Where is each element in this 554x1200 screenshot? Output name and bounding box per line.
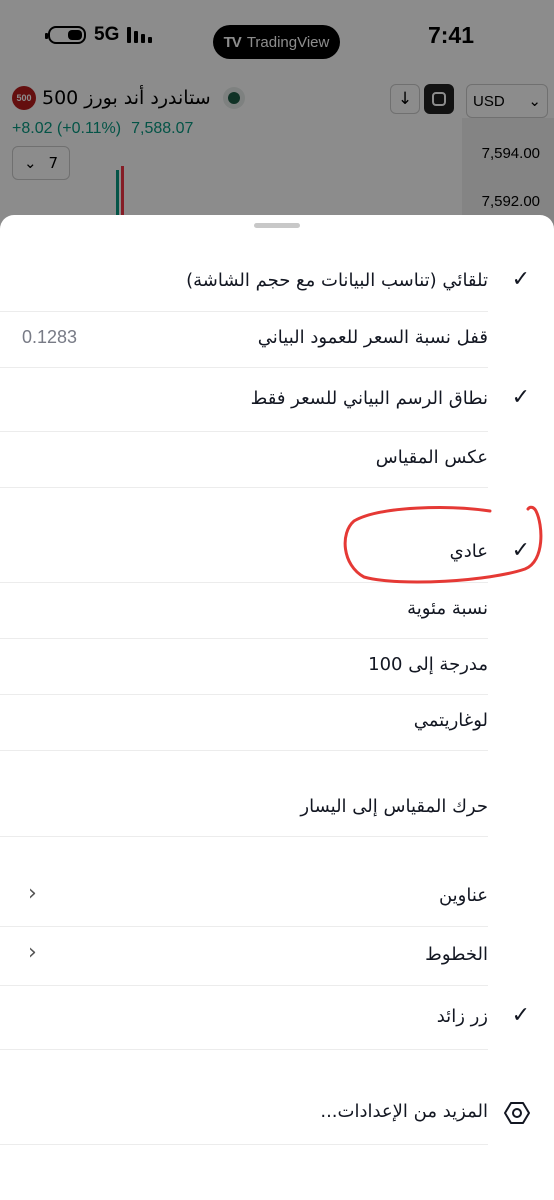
menu-item-label: لوغاريتمي [413,710,488,731]
menu-item-label: حرك المقياس إلى اليسار [300,796,488,817]
menu-item-lines[interactable]: الخطوط ‹ [0,927,488,986]
menu-item-label: نسبة مئوية [407,598,488,619]
price-ratio-value: 0.1283 [22,327,78,347]
menu-item-price-only-range[interactable]: نطاق الرسم البياني للسعر فقط ✓ [0,368,530,432]
checkmark-icon: ✓ [511,1003,530,1028]
settings-hexagon-icon [504,1101,530,1129]
menu-item-move-scale-left[interactable]: حرك المقياس إلى اليسار [0,781,488,837]
checkmark-icon: ✓ [511,385,530,410]
menu-item-label: مدرجة إلى 100 [368,654,488,675]
menu-item-label: عناوين [438,885,488,906]
checkmark-icon: ✓ [511,267,530,292]
menu-item-more-settings[interactable]: المزيد من الإعدادات... [0,1081,530,1145]
menu-item-logarithmic[interactable]: لوغاريتمي [0,695,488,751]
menu-item-label: الخطوط [425,944,488,965]
menu-item-label: عكس المقياس [375,447,488,468]
menu-item-lock-price-ratio[interactable]: قفل نسبة السعر للعمود البياني 0.1283 [0,312,488,368]
menu-item-label: نطاق الرسم البياني للسعر فقط [250,388,488,409]
menu-item-regular[interactable]: عادي ✓ [0,520,530,583]
menu-item-label: عادي [449,541,488,562]
menu-item-plus-button[interactable]: زر زائد ✓ [0,986,530,1050]
menu-item-label: تلقائي (تناسب البيانات مع حجم الشاشة) [186,270,488,291]
menu-item-indexed-to-100[interactable]: مدرجة إلى 100 [0,639,488,695]
menu-item-auto-fit[interactable]: تلقائي (تناسب البيانات مع حجم الشاشة) ✓ [0,255,530,312]
menu-item-percent[interactable]: نسبة مئوية [0,583,488,639]
menu-item-label: قفل نسبة السعر للعمود البياني [257,327,488,348]
menu-item-label: زر زائد [436,1006,488,1027]
menu-item-invert-scale[interactable]: عكس المقياس [0,432,488,488]
menu-item-labels[interactable]: عناوين ‹ [0,869,488,927]
menu-item-label: المزيد من الإعدادات... [320,1101,488,1122]
chevron-left-icon: ‹ [28,940,37,965]
chevron-left-icon: ‹ [28,881,37,906]
sheet-grabber[interactable] [254,223,300,228]
scale-settings-sheet: تلقائي (تناسب البيانات مع حجم الشاشة) ✓ … [0,215,554,1200]
checkmark-icon: ✓ [511,538,530,563]
